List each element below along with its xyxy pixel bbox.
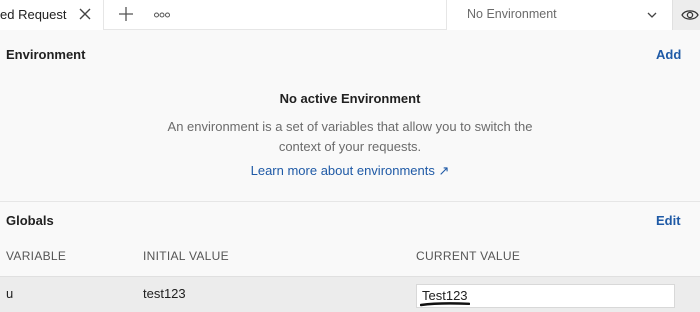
globals-section-title: Globals	[6, 213, 54, 228]
table-row: u test123 Test123	[0, 276, 700, 312]
learn-more-environments-link[interactable]: Learn more about environments ↗	[251, 163, 450, 178]
empty-state-description-line-1: An environment is a set of variables tha…	[167, 119, 533, 134]
more-horizontal-icon[interactable]	[153, 8, 171, 20]
environment-selector[interactable]: No Environment	[446, 0, 672, 30]
request-tab[interactable]: ed Request	[0, 0, 104, 30]
add-environment-button[interactable]: Add	[656, 47, 681, 62]
request-tab-label: ed Request	[0, 7, 67, 22]
eye-icon	[681, 10, 699, 20]
tab-bar: ed Request No Environment	[0, 0, 700, 30]
learn-more-environments-link-wrapper: Learn more about environments ↗	[0, 163, 700, 179]
underline-annotation	[420, 302, 470, 307]
edit-globals-button[interactable]: Edit	[656, 213, 681, 228]
initial-value-cell: test123	[143, 286, 186, 301]
column-header-current-value: CURRENT VALUE	[416, 249, 521, 263]
environment-selector-value: No Environment	[467, 7, 557, 21]
plus-icon[interactable]	[117, 5, 135, 23]
column-header-initial-value: INITIAL VALUE	[143, 249, 229, 263]
environment-quick-look-button[interactable]	[672, 0, 700, 30]
variable-cell: u	[6, 286, 14, 301]
column-header-variable: VARIABLE	[6, 249, 67, 263]
section-divider	[0, 201, 700, 202]
close-icon[interactable]	[77, 6, 93, 22]
empty-state-title: No active Environment	[279, 91, 421, 106]
environment-section-title: Environment	[6, 47, 86, 62]
empty-state-description-line-2: context of your requests.	[278, 139, 422, 154]
chevron-down-icon	[645, 8, 659, 22]
